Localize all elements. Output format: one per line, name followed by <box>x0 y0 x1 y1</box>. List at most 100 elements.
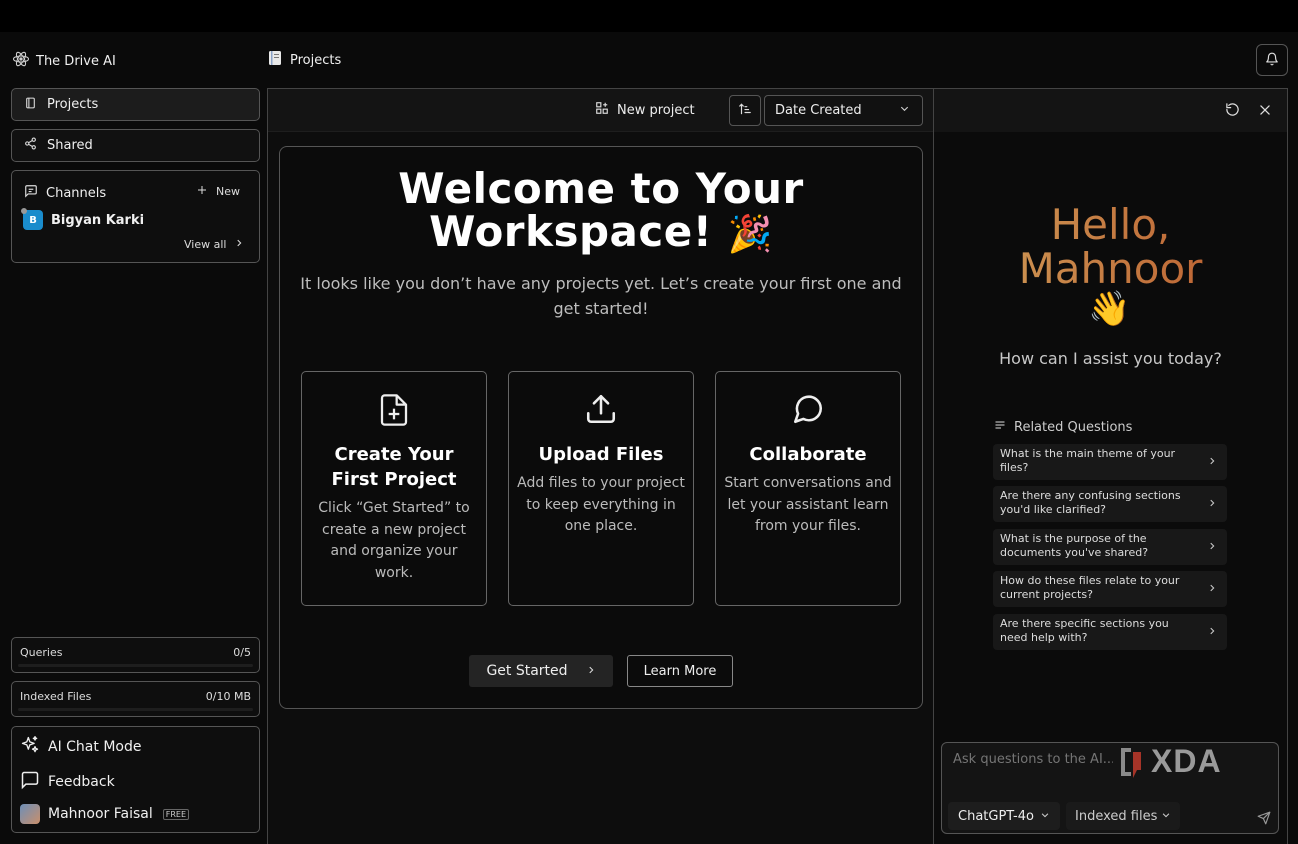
related-question-text: Are there any confusing sections you'd l… <box>1000 489 1181 516</box>
sidebar-item-label: Projects <box>47 97 99 112</box>
notebook-outline-icon <box>24 96 37 114</box>
xda-watermark: XDA <box>1117 743 1222 780</box>
breadcrumb: Projects <box>268 50 341 70</box>
brand[interactable]: The Drive AI <box>12 50 116 72</box>
welcome-title-line2: Workspace! 🎉 <box>280 210 922 256</box>
refresh-icon[interactable] <box>1225 102 1240 121</box>
greeting-line1: Hello, <box>1050 200 1171 249</box>
avatar <box>20 804 40 824</box>
feature-card-description: Start conversations and let your assista… <box>724 475 892 534</box>
get-started-button[interactable]: Get Started <box>469 655 613 687</box>
projects-toolbar: New project Date Created <box>268 89 933 132</box>
indexed-files-usage: Indexed Files 0/10 MB <box>11 681 260 717</box>
feature-card-collaborate: Collaborate Start conversations and let … <box>715 371 901 606</box>
sidebar-item-shared[interactable]: Shared <box>11 129 260 162</box>
assistant-panel: Hello, Mahnoor 👋 How can I assist you to… <box>934 88 1288 844</box>
waving-hand-icon: 👋 <box>1088 289 1131 329</box>
feature-card-title: Collaborate <box>749 444 867 465</box>
greeting-line2: Mahnoor <box>1018 244 1203 293</box>
model-select[interactable]: ChatGPT-4o <box>948 802 1060 830</box>
message-square-icon <box>24 184 38 202</box>
projects-panel: New project Date Created Welcome to Your… <box>267 88 934 844</box>
file-plus-icon <box>302 392 486 428</box>
xda-watermark-text: XDA <box>1151 743 1222 779</box>
channel-user-name: Bigyan Karki <box>51 212 145 228</box>
channel-item-bigyan[interactable]: B Bigyan Karki <box>21 208 145 230</box>
related-question-text: What is the main theme of your files? <box>1000 447 1176 474</box>
sort-field-value: Date Created <box>775 103 862 118</box>
feature-card-description: Add files to your project to keep everyt… <box>517 475 685 534</box>
related-question-item[interactable]: How do these files relate to your curren… <box>993 571 1227 607</box>
sidebar-item-label: Shared <box>47 138 93 153</box>
upload-icon <box>509 392 693 426</box>
source-select-value: Indexed files <box>1075 808 1158 824</box>
queries-usage: Queries 0/5 <box>11 637 260 673</box>
learn-more-button[interactable]: Learn More <box>627 655 733 687</box>
queries-value: 0/5 <box>233 646 251 659</box>
new-project-label: New project <box>617 102 695 118</box>
related-questions-title: Related Questions <box>1014 419 1133 435</box>
chevron-right-icon <box>1207 541 1217 555</box>
chevron-right-icon <box>234 238 244 251</box>
chevron-right-icon <box>1207 583 1217 597</box>
chevron-right-icon <box>1207 456 1217 470</box>
ai-chat-mode-button[interactable]: AI Chat Mode <box>20 735 141 759</box>
new-channel-button[interactable]: New <box>196 184 240 199</box>
indexed-files-label: Indexed Files <box>20 690 92 703</box>
top-strip <box>0 0 1298 32</box>
assistant-prompt: How can I assist you today? <box>999 349 1222 368</box>
bell-icon <box>1265 51 1279 70</box>
list-icon <box>994 419 1006 435</box>
chevron-right-icon <box>586 663 596 679</box>
message-square-icon <box>20 770 40 794</box>
feedback-button[interactable]: Feedback <box>20 770 115 794</box>
user-name: Mahnoor Faisal <box>48 806 153 822</box>
party-popper-icon: 🎉 <box>727 214 773 255</box>
chevron-down-icon <box>899 103 910 118</box>
breadcrumb-title: Projects <box>290 52 342 68</box>
related-question-item[interactable]: What is the purpose of the documents you… <box>993 529 1227 565</box>
sort-order-button[interactable] <box>729 95 761 126</box>
related-question-text: Are there specific sections you need hel… <box>1000 617 1169 644</box>
plus-icon <box>196 184 208 199</box>
welcome-subtitle: It looks like you don’t have any project… <box>300 274 902 318</box>
related-question-item[interactable]: Are there any confusing sections you'd l… <box>993 486 1227 522</box>
related-question-item[interactable]: Are there specific sections you need hel… <box>993 614 1227 650</box>
plan-badge: FREE <box>162 808 190 820</box>
chevron-down-icon <box>1161 809 1171 824</box>
feature-card-description: Click “Get Started” to create a new proj… <box>318 500 470 581</box>
sidebar-item-projects[interactable]: Projects <box>11 88 260 121</box>
sort-field-select[interactable]: Date Created <box>764 95 923 126</box>
ai-chat-mode-label: AI Chat Mode <box>48 739 142 755</box>
related-question-text: How do these files relate to your curren… <box>1000 574 1180 601</box>
chevron-down-icon <box>1040 809 1050 824</box>
user-profile-button[interactable]: Mahnoor Faisal FREE <box>20 804 190 824</box>
xda-bracket-icon <box>1121 747 1141 778</box>
related-question-text: What is the purpose of the documents you… <box>1000 532 1149 559</box>
feature-card-title: Upload Files <box>538 444 664 465</box>
channels-header: Channels <box>24 184 106 202</box>
assistant-header <box>934 89 1287 132</box>
welcome-title-line1: Welcome to Your <box>398 164 804 213</box>
view-all-label: View all <box>184 238 227 251</box>
chat-input[interactable] <box>953 752 1113 767</box>
feedback-label: Feedback <box>48 774 115 790</box>
source-select[interactable]: Indexed files <box>1066 802 1181 830</box>
feature-card-title: Create Your First Project <box>331 444 457 490</box>
brand-name: The Drive AI <box>36 53 116 69</box>
chevron-right-icon <box>1207 626 1217 640</box>
bottom-menu: AI Chat Mode Feedback Mahnoor Faisal FRE… <box>11 726 260 833</box>
welcome-card: Welcome to Your Workspace! 🎉 It looks li… <box>279 146 923 709</box>
chat-input-box: XDA ChatGPT-4o Indexed files <box>941 742 1279 834</box>
close-icon[interactable] <box>1258 102 1272 121</box>
notifications-button[interactable] <box>1256 44 1288 76</box>
new-project-button[interactable]: New project <box>595 101 695 119</box>
send-icon[interactable] <box>1257 810 1271 829</box>
related-question-item[interactable]: What is the main theme of your files? <box>993 444 1227 480</box>
assistant-greeting: Hello, Mahnoor <box>934 203 1287 291</box>
channels-title: Channels <box>46 185 107 201</box>
app-window: The Drive AI Projects Projects Shared Ch… <box>0 32 1298 844</box>
view-all-link[interactable]: View all <box>184 238 244 251</box>
new-project-icon <box>595 101 609 119</box>
indexed-files-value: 0/10 MB <box>205 690 251 703</box>
